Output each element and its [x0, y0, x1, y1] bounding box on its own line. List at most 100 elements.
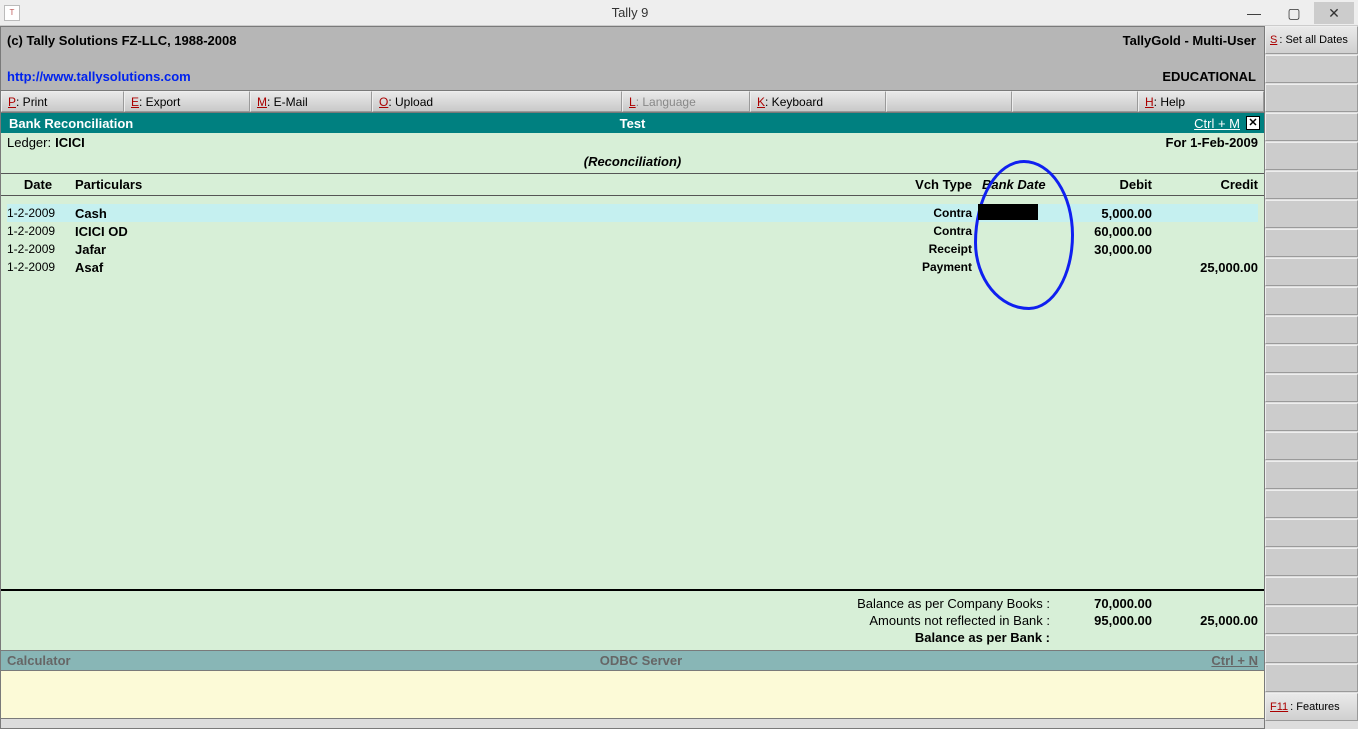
sidebar-spacer: [1265, 229, 1358, 257]
status-shortcut: Ctrl + N: [1211, 653, 1258, 668]
app-icon: T: [4, 5, 20, 21]
data-body: 1-2-2009CashContra5,000.001-2-2009ICICI …: [1, 196, 1264, 589]
summary-row: Balance as per Company Books :70,000.00: [7, 595, 1258, 612]
product-text: TallyGold - Multi-User: [1123, 33, 1256, 48]
sidebar-spacer: [1265, 490, 1358, 518]
content-area: Ledger: ICICI For 1-Feb-2009 (Reconcilia…: [1, 133, 1264, 650]
app-window: T Tally 9 — ▢ ✕ (c) Tally Solutions FZ-L…: [0, 0, 1358, 729]
col-credit: Credit: [1158, 177, 1258, 192]
column-header-row: Date Particulars Vch Type Bank Date Debi…: [1, 173, 1264, 196]
summary-row: Amounts not reflected in Bank :95,000.00…: [7, 612, 1258, 629]
sidebar-spacer: [1265, 55, 1358, 83]
cell-particulars: Jafar: [69, 242, 898, 257]
toolbar-export[interactable]: E: Export: [124, 91, 250, 112]
os-titlebar: T Tally 9 — ▢ ✕: [0, 0, 1358, 26]
section-title: (Reconciliation): [1, 152, 1264, 173]
cell-debit: 30,000.00: [1058, 242, 1158, 257]
cell-particulars: Cash: [69, 206, 898, 221]
cell-credit: 25,000.00: [1158, 260, 1258, 275]
toolbar-keyboard[interactable]: K: Keyboard: [750, 91, 886, 112]
sidebar-spacer: [1265, 374, 1358, 402]
website-link[interactable]: http://www.tallysolutions.com: [7, 69, 191, 84]
sidebar-spacer: [1265, 635, 1358, 663]
sidebar-spacer: [1265, 345, 1358, 373]
page-shortcut: Ctrl + M: [1194, 116, 1240, 131]
sidebar-spacer: [1265, 171, 1358, 199]
sidebar-spacer: [1265, 577, 1358, 605]
calculator-panel[interactable]: [1, 670, 1264, 718]
cell-date: 1-2-2009: [7, 224, 69, 238]
ledger-period: For 1-Feb-2009: [1166, 135, 1258, 150]
cell-particulars: ICICI OD: [69, 224, 898, 239]
sidebar-spacer: [1265, 519, 1358, 547]
top-toolbar: P: PrintE: ExportM: E-MailO: UploadL: La…: [1, 91, 1264, 113]
toolbar-upload[interactable]: O: Upload: [372, 91, 622, 112]
summary-debit: 95,000.00: [1058, 613, 1158, 628]
page-close-icon[interactable]: ✕: [1246, 116, 1260, 130]
sidebar-spacer: [1265, 548, 1358, 576]
status-calculator: Calculator: [7, 653, 71, 668]
minimize-button[interactable]: —: [1234, 2, 1274, 24]
table-row[interactable]: 1-2-2009AsafPayment 25,000.00: [7, 258, 1258, 276]
page-title-left: Bank Reconciliation: [9, 116, 133, 131]
sidebar-spacer: [1265, 403, 1358, 431]
sidebar-spacer: [1265, 200, 1358, 228]
cell-vchtype: Contra: [898, 224, 978, 238]
toolbar-spacer: [1012, 91, 1138, 112]
maximize-button[interactable]: ▢: [1274, 2, 1314, 24]
window-title: Tally 9: [26, 5, 1234, 20]
edition-text: EDUCATIONAL: [1162, 69, 1256, 84]
col-debit: Debit: [1058, 177, 1158, 192]
summary-label: Amounts not reflected in Bank :: [7, 613, 1058, 628]
summary-credit: 25,000.00: [1158, 613, 1258, 628]
summary-credit: [1158, 630, 1258, 645]
sidebar-f11[interactable]: F11: Features: [1265, 693, 1358, 721]
cell-date: 1-2-2009: [7, 206, 69, 220]
bankdate-cursor[interactable]: [978, 204, 1038, 220]
sidebar-spacer: [1265, 142, 1358, 170]
toolbar-email[interactable]: M: E-Mail: [250, 91, 372, 112]
summary-label: Balance as per Bank :: [7, 630, 1058, 645]
cell-date: 1-2-2009: [7, 242, 69, 256]
status-bar: Calculator ODBC Server Ctrl + N: [1, 650, 1264, 670]
sidebar-spacer: [1265, 258, 1358, 286]
ledger-name: ICICI: [55, 135, 85, 150]
summary-debit: 70,000.00: [1058, 596, 1158, 611]
page-titlebar: Bank Reconciliation Test Ctrl + M ✕: [1, 113, 1264, 133]
col-particulars: Particulars: [69, 177, 898, 192]
cell-vchtype: Contra: [898, 206, 978, 220]
col-bankdate: Bank Date: [978, 177, 1058, 192]
table-row[interactable]: 1-2-2009CashContra 5,000.00: [7, 204, 1258, 222]
summary-credit: [1158, 596, 1258, 611]
cell-particulars: Asaf: [69, 260, 898, 275]
sidebar-spacer: [1265, 84, 1358, 112]
cell-vchtype: Payment: [898, 260, 978, 274]
cell-debit: 5,000.00: [1058, 206, 1158, 221]
table-row[interactable]: 1-2-2009JafarReceipt30,000.00: [7, 240, 1258, 258]
table-row[interactable]: 1-2-2009ICICI ODContra 60,000.00: [7, 222, 1258, 240]
sidebar-spacer: [1265, 461, 1358, 489]
summary-area: Balance as per Company Books :70,000.00A…: [1, 589, 1264, 650]
close-button[interactable]: ✕: [1314, 2, 1354, 24]
col-date: Date: [7, 177, 69, 192]
cell-debit: 60,000.00: [1058, 224, 1158, 239]
sidebar-spacer: [1265, 113, 1358, 141]
copyright-text: (c) Tally Solutions FZ-LLC, 1988-2008: [7, 33, 236, 48]
right-sidebar: S: Set all Dates F11: Features: [1265, 26, 1358, 729]
footer-strip: [1, 718, 1264, 728]
summary-row: Balance as per Bank :: [7, 629, 1258, 646]
toolbar-spacer: [886, 91, 1012, 112]
cell-date: 1-2-2009: [7, 260, 69, 274]
toolbar-print[interactable]: P: Print: [1, 91, 124, 112]
sidebar-spacer: [1265, 316, 1358, 344]
summary-debit: [1058, 630, 1158, 645]
status-odbc: ODBC Server: [71, 653, 1212, 668]
ledger-prefix: Ledger:: [7, 135, 51, 150]
summary-label: Balance as per Company Books :: [7, 596, 1058, 611]
sidebar-s[interactable]: S: Set all Dates: [1265, 26, 1358, 54]
cell-bankdate[interactable]: [978, 204, 1058, 223]
toolbar-language[interactable]: L: Language: [622, 91, 750, 112]
sidebar-spacer: [1265, 432, 1358, 460]
col-vchtype: Vch Type: [898, 177, 978, 192]
toolbar-help[interactable]: H: Help: [1138, 91, 1264, 112]
